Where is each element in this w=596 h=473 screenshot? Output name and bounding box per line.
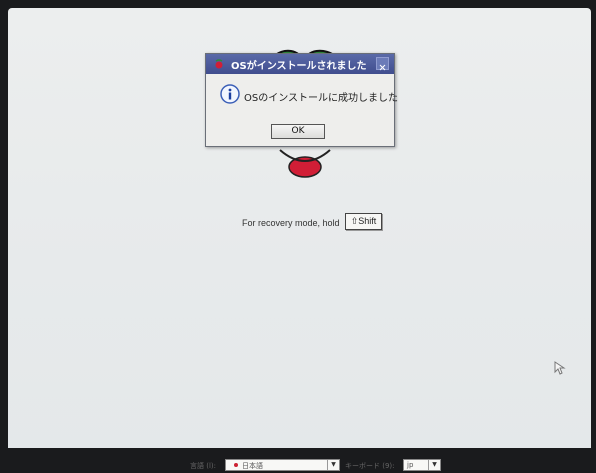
language-select[interactable]: 日本語 ▼	[225, 459, 340, 471]
mouse-pointer-icon	[554, 361, 566, 375]
language-value: 日本語	[242, 462, 263, 470]
dialog-message: OSのインストールに成功しました	[244, 93, 399, 104]
chevron-down-icon: ▼	[428, 460, 440, 470]
install-complete-dialog: OSがインストールされました OSのインストールに成功しました OK	[205, 53, 399, 147]
close-button[interactable]	[376, 57, 389, 71]
dialog-title: OSがインストールされました	[231, 61, 367, 72]
shift-key-label: ⇧Shift	[345, 213, 382, 230]
keyboard-value: jp	[407, 461, 414, 469]
dialog-titlebar: OSがインストールされました	[206, 54, 394, 74]
info-icon	[220, 84, 240, 104]
raspberry-icon	[215, 59, 223, 69]
keyboard-label: キーボード (9):	[345, 462, 395, 470]
bottom-bar: 言語 (l): 日本語 ▼ キーボード (9): jp ▼	[0, 458, 596, 473]
chevron-down-icon: ▼	[327, 460, 339, 470]
keyboard-select[interactable]: jp ▼	[403, 459, 441, 471]
close-icon	[379, 64, 386, 71]
language-label: 言語 (l):	[190, 462, 216, 470]
recovery-text: For recovery mode, hold	[242, 218, 340, 228]
ok-button[interactable]: OK	[271, 124, 325, 139]
flag-icon	[234, 463, 238, 467]
